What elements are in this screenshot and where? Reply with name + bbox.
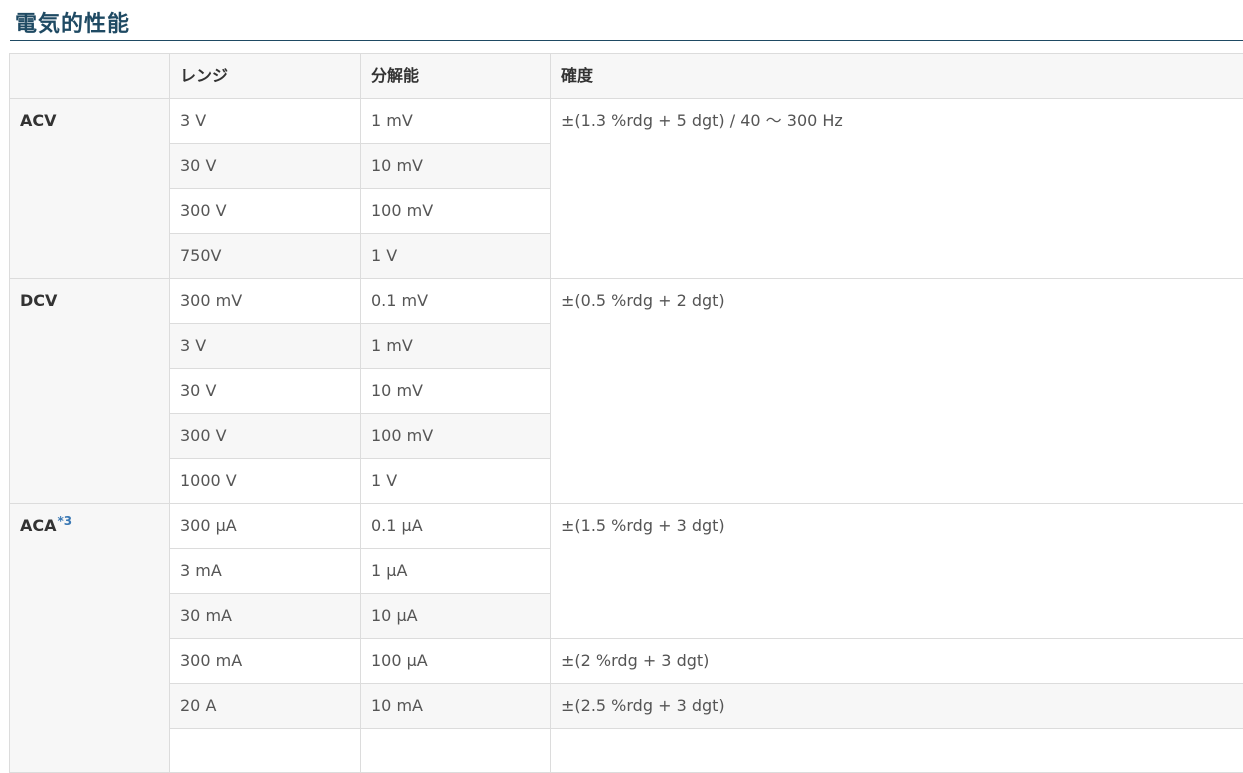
range-cell: 30 mA [170, 594, 361, 639]
range-cell: 3 V [170, 324, 361, 369]
row-label-aca: ACA*3 [10, 504, 170, 773]
resolution-cell: 1 mV [361, 99, 551, 144]
header-resolution: 分解能 [361, 54, 551, 99]
resolution-cell: 10 mV [361, 144, 551, 189]
resolution-cell: 100 mV [361, 189, 551, 234]
table-row-partial [10, 729, 1243, 773]
resolution-cell: 1 V [361, 234, 551, 279]
accuracy-cell: ±(0.5 %rdg + 2 dgt) [551, 279, 1243, 504]
resolution-cell: 0.1 mV [361, 279, 551, 324]
range-cell: 300 V [170, 414, 361, 459]
section-title: 電気的性能 [15, 6, 130, 38]
title-divider [10, 40, 1243, 41]
resolution-cell: 10 mA [361, 684, 551, 729]
resolution-cell: 10 mV [361, 369, 551, 414]
table-row: ACA*3 300 μA 0.1 μA ±(1.5 %rdg + 3 dgt) [10, 504, 1243, 549]
table-row: ACV 3 V 1 mV ±(1.3 %rdg + 5 dgt) / 40 〜 … [10, 99, 1243, 144]
range-cell: 3 V [170, 99, 361, 144]
range-cell: 300 V [170, 189, 361, 234]
range-cell: 20 A [170, 684, 361, 729]
header-range: レンジ [170, 54, 361, 99]
header-accuracy: 確度 [551, 54, 1243, 99]
range-cell: 750V [170, 234, 361, 279]
resolution-cell: 100 μA [361, 639, 551, 684]
table-row: 20 A 10 mA ±(2.5 %rdg + 3 dgt) [10, 684, 1243, 729]
accuracy-cell: ±(1.5 %rdg + 3 dgt) [551, 504, 1243, 639]
accuracy-cell: ±(2.5 %rdg + 3 dgt) [551, 684, 1243, 729]
accuracy-cell-empty [551, 729, 1243, 773]
range-cell: 300 mA [170, 639, 361, 684]
range-cell: 300 μA [170, 504, 361, 549]
resolution-cell: 0.1 μA [361, 504, 551, 549]
row-label-acv: ACV [10, 99, 170, 279]
range-cell-empty [170, 729, 361, 773]
table-header-row: レンジ 分解能 確度 [10, 54, 1243, 99]
range-cell: 30 V [170, 144, 361, 189]
range-cell: 1000 V [170, 459, 361, 504]
range-cell: 30 V [170, 369, 361, 414]
resolution-cell: 1 mV [361, 324, 551, 369]
table-row: DCV 300 mV 0.1 mV ±(0.5 %rdg + 2 dgt) [10, 279, 1243, 324]
resolution-cell: 100 mV [361, 414, 551, 459]
range-cell: 300 mV [170, 279, 361, 324]
resolution-cell: 1 V [361, 459, 551, 504]
accuracy-cell: ±(2 %rdg + 3 dgt) [551, 639, 1243, 684]
footnote-ref-3[interactable]: *3 [58, 514, 73, 528]
range-cell: 3 mA [170, 549, 361, 594]
row-label-dcv: DCV [10, 279, 170, 504]
table-row: 300 mA 100 μA ±(2 %rdg + 3 dgt) [10, 639, 1243, 684]
header-blank [10, 54, 170, 99]
resolution-cell: 10 μA [361, 594, 551, 639]
resolution-cell: 1 μA [361, 549, 551, 594]
resolution-cell-empty [361, 729, 551, 773]
electrical-spec-table: レンジ 分解能 確度 ACV 3 V 1 mV ±(1.3 %rdg + 5 d… [9, 53, 1243, 773]
accuracy-cell: ±(1.3 %rdg + 5 dgt) / 40 〜 300 Hz [551, 99, 1243, 279]
